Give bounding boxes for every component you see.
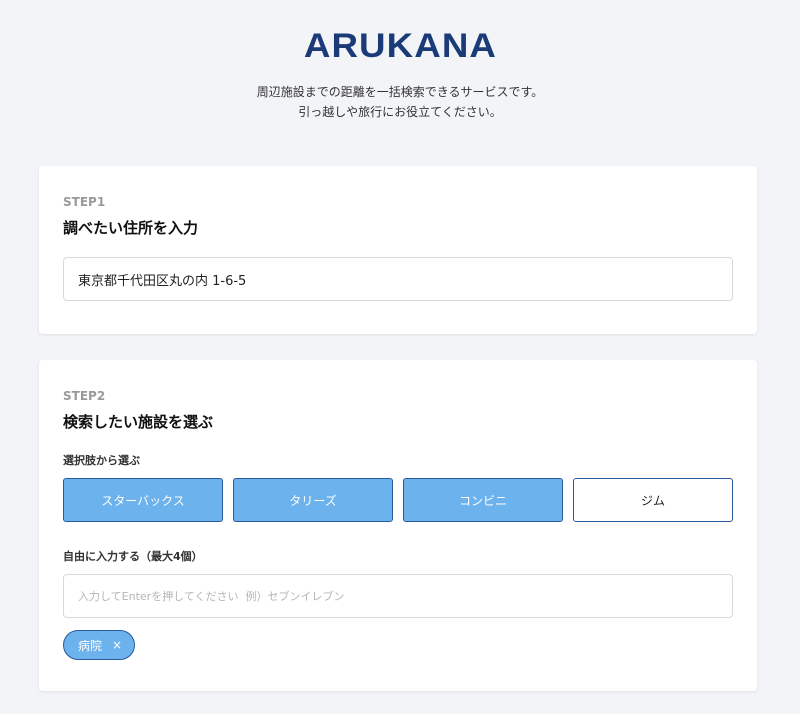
option-convenience-store-button[interactable]: コンビニ bbox=[403, 478, 563, 522]
tagline-line-2: 引っ越しや旅行にお役立てください。 bbox=[298, 105, 502, 119]
facility-free-input[interactable] bbox=[63, 574, 733, 618]
free-input-label: 自由に入力する（最大4個） bbox=[63, 550, 203, 563]
step2-title: 検索したい施設を選ぶ bbox=[63, 413, 214, 431]
facility-options: スターバックス タリーズ コンビニ ジム bbox=[63, 478, 733, 522]
step1-title: 調べたい住所を入力 bbox=[63, 219, 199, 237]
tagline-line-1: 周辺施設までの距離を一括検索できるサービスです。 bbox=[256, 85, 544, 99]
logo: ARUKANA bbox=[303, 27, 497, 65]
step1-card: STEP1 調べたい住所を入力 bbox=[39, 166, 757, 334]
option-gym-button[interactable]: ジム bbox=[573, 478, 733, 522]
tagline: 周辺施設までの距離を一括検索できるサービスです。 引っ越しや旅行にお役立てくださ… bbox=[0, 82, 800, 122]
option-tullys-button[interactable]: タリーズ bbox=[233, 478, 393, 522]
step2-label: STEP2 bbox=[63, 389, 106, 403]
step2-card: STEP2 検索したい施設を選ぶ 選択肢から選ぶ スターバックス タリーズ コン… bbox=[39, 360, 757, 691]
choice-label: 選択肢から選ぶ bbox=[63, 454, 140, 467]
address-input[interactable] bbox=[63, 257, 733, 301]
close-icon[interactable]: × bbox=[112, 638, 122, 652]
step1-label: STEP1 bbox=[63, 195, 106, 209]
tag-list: 病院 × bbox=[63, 630, 733, 660]
tag-label: 病院 bbox=[78, 638, 103, 653]
facility-tag: 病院 × bbox=[63, 630, 136, 660]
option-starbucks-button[interactable]: スターバックス bbox=[63, 478, 223, 522]
header: ARUKANA 周辺施設までの距離を一括検索できるサービスです。 引っ越しや旅行… bbox=[0, 0, 800, 122]
